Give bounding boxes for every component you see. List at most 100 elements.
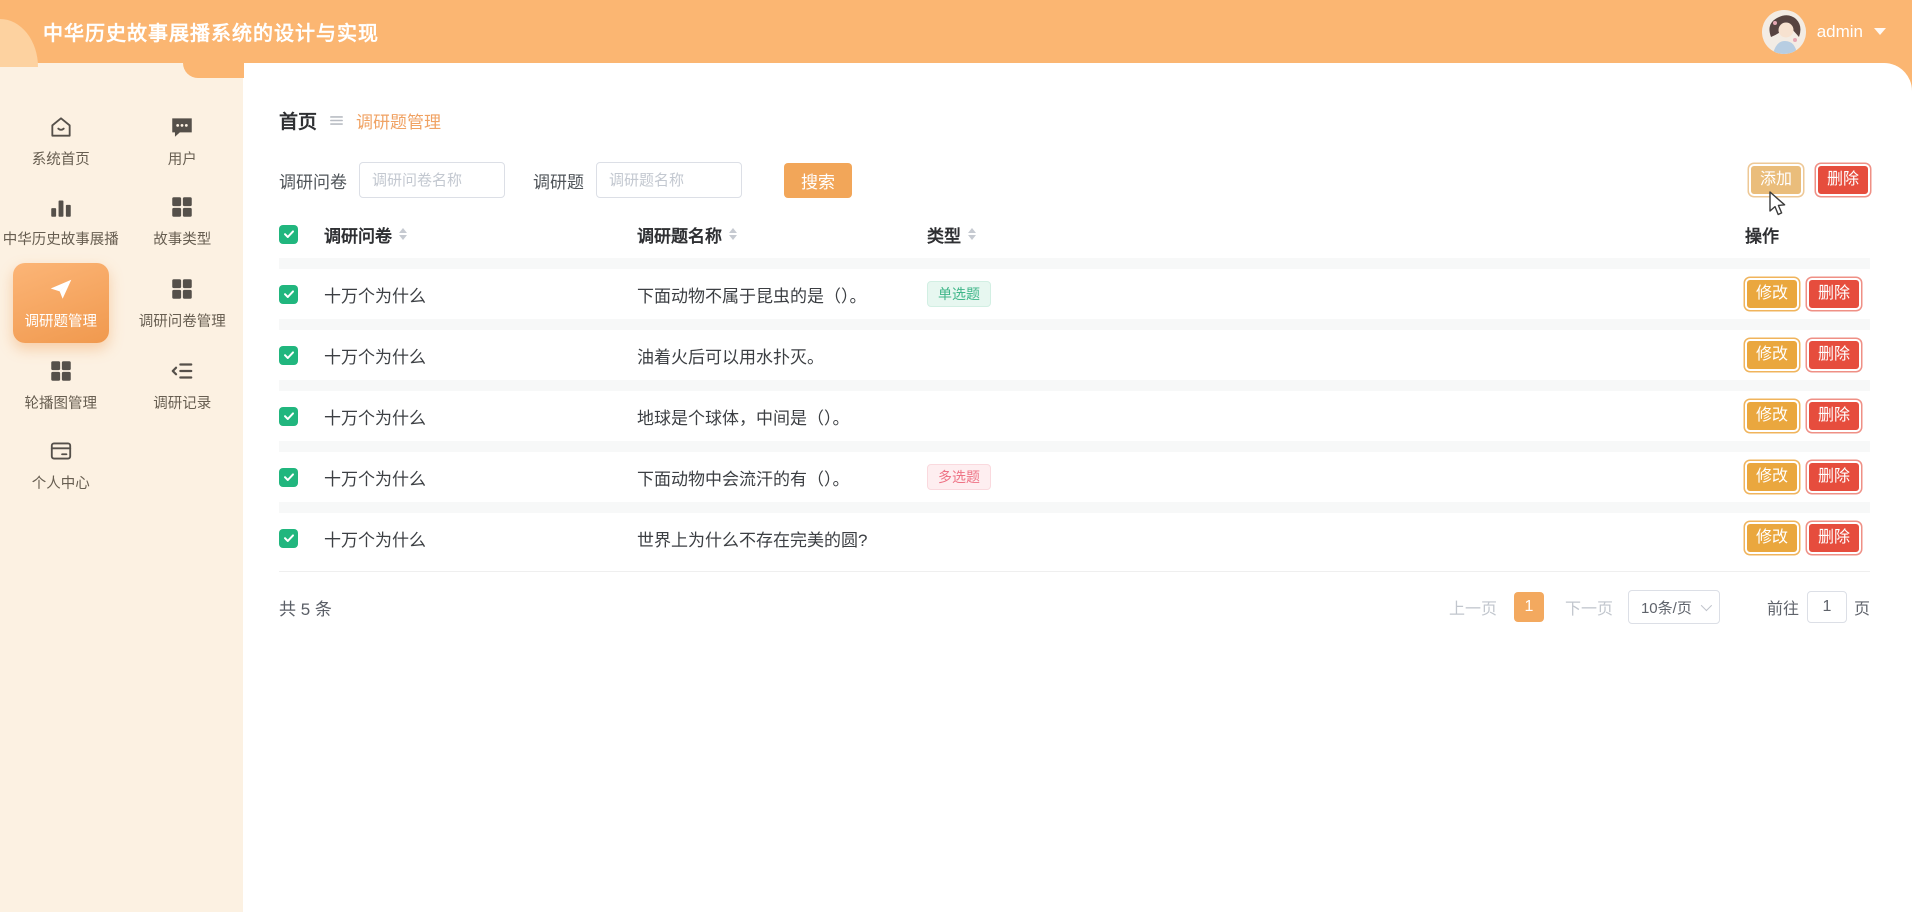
header-curve-decoration [183, 63, 244, 78]
cell-survey: 十万个为什么 [324, 343, 637, 368]
bar-chart-icon [48, 194, 74, 220]
survey-question-table: 调研问卷 调研题名称 类型 操作 十万个为什么 下面动物不属于昆虫的是（）。 单… [279, 210, 1870, 572]
sidebar-item-label: 调研记录 [153, 392, 211, 413]
mouse-cursor-icon [1766, 190, 1788, 223]
sort-icon[interactable] [968, 228, 976, 240]
row-checkbox[interactable] [279, 346, 298, 365]
sort-icon[interactable] [729, 228, 737, 240]
sidebar-item-users[interactable]: 用户 [122, 101, 244, 181]
chevron-down-icon [1701, 600, 1712, 611]
row-checkbox[interactable] [279, 529, 298, 548]
card-icon [48, 438, 74, 464]
sort-icon[interactable] [399, 228, 407, 240]
header-survey: 调研问卷 [324, 222, 392, 247]
caret-down-icon [1874, 28, 1886, 35]
app-header: 中华历史故事展播系统的设计与实现 admin [0, 0, 1912, 63]
select-all-checkbox[interactable] [279, 225, 298, 244]
breadcrumb: 首页 调研题管理 [279, 107, 1870, 134]
survey-field-label: 调研问卷 [279, 168, 347, 193]
next-page-button[interactable]: 下一页 [1565, 595, 1613, 619]
cell-survey: 十万个为什么 [324, 526, 637, 551]
row-separator [279, 258, 1870, 269]
cell-question: 地球是个球体，中间是（）。 [637, 404, 927, 429]
sidebar-item-label: 系统首页 [32, 148, 90, 169]
sidebar-item-questionnaire-management[interactable]: 调研问卷管理 [122, 261, 244, 345]
cell-question: 下面动物中会流汗的有（）。 [637, 465, 927, 490]
goto-suffix: 页 [1854, 595, 1870, 619]
row-delete-button[interactable]: 删除 [1807, 339, 1861, 370]
type-tag: 单选题 [927, 281, 991, 308]
list-icon [169, 358, 195, 384]
row-checkbox[interactable] [279, 407, 298, 426]
row-checkbox[interactable] [279, 468, 298, 487]
question-search-input[interactable] [596, 162, 742, 198]
row-delete-button[interactable]: 删除 [1807, 522, 1861, 553]
row-delete-button[interactable]: 删除 [1807, 400, 1861, 431]
row-edit-button[interactable]: 修改 [1745, 400, 1799, 431]
row-edit-button[interactable]: 修改 [1745, 522, 1799, 553]
header-corner-decoration [0, 19, 38, 67]
row-checkbox[interactable] [279, 285, 298, 304]
sidebar-item-story-type[interactable]: 故事类型 [122, 181, 244, 261]
sidebar-item-label: 用户 [168, 148, 197, 169]
sidebar-menu: 系统首页 用户 中华历史故事展播 故事类型 调研题管理 [0, 63, 243, 505]
row-edit-button[interactable]: 修改 [1745, 461, 1799, 492]
prev-page-button[interactable]: 上一页 [1449, 595, 1497, 619]
row-separator [279, 319, 1870, 330]
page-size-value: 10条/页 [1641, 597, 1692, 618]
sidebar-item-survey-question-management[interactable]: 调研题管理 [13, 263, 109, 343]
row-separator [279, 441, 1870, 452]
sidebar-item-system-home[interactable]: 系统首页 [0, 101, 122, 181]
total-count: 共 5 条 [279, 595, 332, 620]
search-toolbar: 调研问卷 调研题 搜索 添加 删除 [279, 162, 1870, 198]
cell-question: 下面动物不属于昆虫的是（）。 [637, 282, 927, 307]
comment-icon [169, 114, 195, 140]
row-edit-button[interactable]: 修改 [1745, 278, 1799, 309]
table-row: 十万个为什么 油着火后可以用水扑灭。 修改 删除 [279, 330, 1870, 380]
page-number-button[interactable]: 1 [1514, 592, 1544, 622]
grid-icon [169, 194, 195, 220]
page-size-select[interactable]: 10条/页 [1628, 590, 1720, 624]
sidebar-item-label: 调研问卷管理 [139, 310, 226, 331]
sidebar-item-carousel-management[interactable]: 轮播图管理 [0, 345, 122, 425]
goto-page-input[interactable] [1807, 591, 1847, 623]
header-question: 调研题名称 [637, 222, 722, 247]
grid-icon [48, 358, 74, 384]
question-field-label: 调研题 [533, 168, 584, 193]
main-content: 首页 调研题管理 调研问卷 调研题 搜索 添加 删除 调研问卷 [243, 63, 1912, 912]
table-bottom-divider [279, 571, 1870, 572]
search-button[interactable]: 搜索 [784, 163, 852, 198]
header-actions: 操作 [1745, 222, 1779, 247]
paper-plane-icon [48, 276, 74, 302]
survey-search-input[interactable] [359, 162, 505, 198]
row-edit-button[interactable]: 修改 [1745, 339, 1799, 370]
cell-survey: 十万个为什么 [324, 282, 637, 307]
cell-question: 油着火后可以用水扑灭。 [637, 343, 927, 368]
table-row: 十万个为什么 下面动物中会流汗的有（）。 多选题 修改 删除 [279, 452, 1870, 502]
home-icon [48, 114, 74, 140]
sidebar-item-label: 故事类型 [153, 228, 211, 249]
batch-delete-button[interactable]: 删除 [1816, 164, 1870, 195]
sidebar-item-label: 轮播图管理 [25, 392, 98, 413]
sidebar-item-survey-records[interactable]: 调研记录 [122, 345, 244, 425]
cell-survey: 十万个为什么 [324, 465, 637, 490]
pagination-bar: 共 5 条 上一页 1 下一页 10条/页 前往 页 [279, 588, 1870, 626]
row-separator [279, 380, 1870, 391]
breadcrumb-separator-icon [328, 112, 345, 129]
app-title: 中华历史故事展播系统的设计与实现 [43, 17, 379, 46]
row-separator [279, 502, 1870, 513]
user-menu[interactable]: admin [1762, 10, 1886, 54]
goto-label: 前往 [1767, 595, 1799, 619]
breadcrumb-home-link[interactable]: 首页 [279, 107, 317, 134]
row-delete-button[interactable]: 删除 [1807, 461, 1861, 492]
table-row: 十万个为什么 下面动物不属于昆虫的是（）。 单选题 修改 删除 [279, 269, 1870, 319]
user-avatar[interactable] [1762, 10, 1806, 54]
username: admin [1817, 22, 1863, 42]
table-row: 十万个为什么 地球是个球体，中间是（）。 修改 删除 [279, 391, 1870, 441]
breadcrumb-current: 调研题管理 [356, 108, 441, 133]
cell-question: 世界上为什么不存在完美的圆? [637, 526, 927, 551]
sidebar-item-label: 调研题管理 [25, 310, 98, 331]
sidebar-item-story-display[interactable]: 中华历史故事展播 [0, 181, 122, 261]
sidebar-item-personal-center[interactable]: 个人中心 [0, 425, 122, 505]
row-delete-button[interactable]: 删除 [1807, 278, 1861, 309]
